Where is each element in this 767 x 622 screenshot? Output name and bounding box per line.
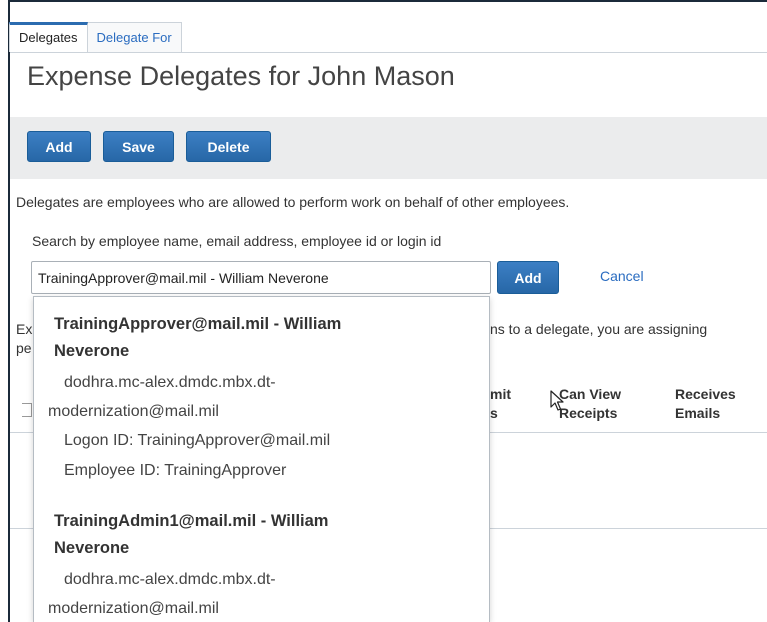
permissions-text-fragment: ns to a delegate, you are assigning bbox=[490, 321, 708, 337]
suggestion-email: dodhra.mc-alex.dmdc.mbx.dt- modernizatio… bbox=[48, 374, 276, 420]
suggestion-logon-id: Logon ID: TrainingApprover@mail.mil bbox=[64, 432, 331, 449]
tab-delegates[interactable]: Delegates bbox=[9, 22, 88, 52]
column-header-submit[interactable]: mit s bbox=[490, 385, 511, 423]
delete-button[interactable]: Delete bbox=[186, 131, 271, 162]
suggestion-item[interactable]: TrainingApprover@mail.mil - William Neve… bbox=[34, 297, 489, 486]
suggestion-email: dodhra.mc-alex.dmdc.mbx.dt- modernizatio… bbox=[48, 571, 276, 617]
suggestion-employee-id: Employee ID: TrainingApprover bbox=[64, 462, 287, 479]
autocomplete-dropdown: TrainingApprover@mail.mil - William Neve… bbox=[33, 296, 490, 622]
suggestion-name: TrainingApprover@mail.mil - William Neve… bbox=[54, 315, 342, 360]
mouse-pointer-icon bbox=[550, 390, 564, 411]
employee-search-input[interactable] bbox=[31, 261, 491, 294]
page-title: Expense Delegates for John Mason bbox=[27, 61, 455, 91]
search-label: Search by employee name, email address, … bbox=[32, 233, 442, 249]
suggestion-item[interactable]: TrainingAdmin1@mail.mil - William Nevero… bbox=[34, 486, 489, 622]
tab-divider bbox=[10, 52, 767, 53]
column-header-can-view-receipts[interactable]: Can View Receipts bbox=[559, 385, 621, 423]
cancel-link[interactable]: Cancel bbox=[600, 268, 644, 284]
tab-bar: Delegates Delegate For bbox=[9, 22, 182, 52]
save-button[interactable]: Save bbox=[103, 131, 174, 162]
permissions-text-fragment: pe bbox=[16, 340, 32, 356]
permissions-text-fragment: Ex bbox=[16, 321, 33, 337]
suggestion-name: TrainingAdmin1@mail.mil - William Nevero… bbox=[54, 512, 329, 557]
add-delegate-button[interactable]: Add bbox=[497, 261, 559, 294]
add-button[interactable]: Add bbox=[27, 131, 91, 162]
tab-delegate-for[interactable]: Delegate For bbox=[87, 22, 182, 52]
delegates-description: Delegates are employees who are allowed … bbox=[16, 194, 570, 210]
column-header-receives-emails[interactable]: Receives Emails bbox=[675, 385, 736, 423]
select-all-checkbox[interactable] bbox=[22, 403, 32, 417]
